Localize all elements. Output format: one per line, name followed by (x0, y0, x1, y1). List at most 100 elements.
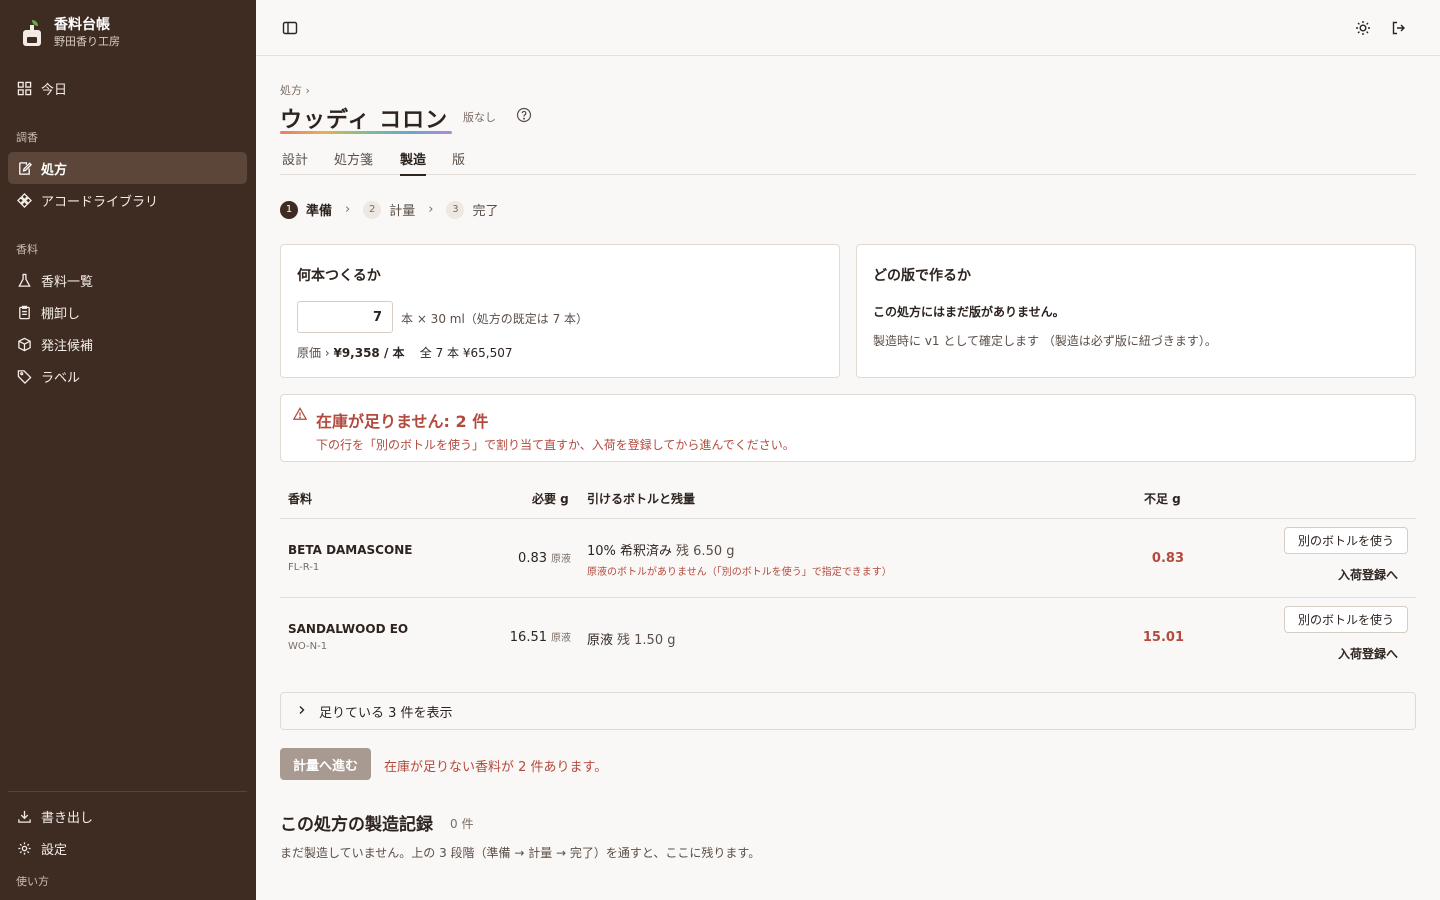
column-header-required: 必要 g (532, 492, 569, 506)
version-message: この処方にはまだ版がありません。 (873, 305, 1065, 319)
sun-icon (1356, 21, 1370, 35)
grid-icon (16, 80, 32, 96)
required-value: 16.51 (509, 630, 547, 645)
sidebar-item-label: 発注候補 (41, 338, 94, 354)
records-title: この処方の製造記録 (280, 815, 433, 835)
sidebar-item-recipe[interactable]: 処方 (8, 152, 247, 184)
warning-icon (292, 407, 308, 421)
breadcrumb[interactable]: 処方 › (280, 82, 310, 98)
gear-icon (16, 840, 32, 856)
quantity-card: 何本つくるか 本 × 30 ml（処方の既定は 7 本） 原価 › ¥9,358… (280, 244, 840, 378)
sidebar-item-label: 処方 (41, 162, 68, 178)
sidebar-item-howto[interactable]: 使い方 (16, 873, 49, 889)
column-header-bottle: 引けるボトルと残量 (587, 492, 696, 506)
title-underline (280, 131, 452, 134)
table-row: BETA DAMASCONE FL-R-1 0.83 原液 10% 希釈済み残 6… (280, 519, 1416, 598)
cost-label: 原価 (297, 346, 322, 360)
clipboard-icon (16, 304, 32, 320)
material-name: BETA DAMASCONE (288, 543, 413, 557)
flask-icon (16, 272, 32, 288)
quantity-input[interactable] (297, 301, 393, 333)
sidebar-item-label: 棚卸し (41, 306, 81, 322)
sidebar-item-today[interactable]: 今日 (8, 72, 247, 104)
sidebar-section-materials: 香料 (16, 243, 38, 256)
app-subtitle: 野田香り工房 (54, 35, 120, 48)
chevron-right-icon: › (345, 202, 351, 217)
logout-button[interactable] (1387, 16, 1411, 40)
sidebar-item-label: 書き出し (41, 810, 94, 826)
quantity-unit-text: 本 × 30 ml（処方の既定は 7 本） (401, 312, 589, 326)
bottle-name: 10% 希釈済み (587, 544, 673, 559)
material-code: FL-R-1 (288, 562, 320, 573)
breadcrumb-item[interactable]: 処方 (280, 84, 302, 97)
cost-line: 原価 › ¥9,358 / 本 全 7 本 ¥65,507 (297, 344, 512, 361)
material-name: SANDALWOOD EO (288, 622, 409, 636)
sidebar: 香料台帳 野田香り工房 今日 調香 処方 アコードライブラリ 香料 香料一覧 棚… (0, 0, 256, 900)
sidebar-item-accord-library[interactable]: アコードライブラリ (8, 184, 247, 216)
bottle-name: 原液 (587, 633, 614, 648)
table-row: SANDALWOOD EO WO-N-1 16.51 原液 原液残 1.50 g … (280, 598, 1416, 677)
material-code: WO-N-1 (288, 641, 328, 652)
bottle-warning: 原液のボトルがありません（「別のボトルを使う」で指定できます） (587, 567, 892, 578)
sidebar-item-label: 設定 (41, 842, 68, 858)
sidebar-item-labels[interactable]: ラベル (8, 360, 247, 392)
sidebar-item-materials-list[interactable]: 香料一覧 (8, 264, 247, 296)
brand[interactable]: 香料台帳 野田香り工房 (20, 16, 120, 49)
column-header-material: 香料 (288, 492, 313, 506)
sidebar-item-label: アコードライブラリ (41, 194, 159, 210)
step-number: 3 (446, 200, 465, 219)
bottle-info: 10% 希釈済み残 6.50 g (587, 540, 735, 559)
tab-versions[interactable]: 版 (452, 149, 465, 174)
edit-icon (16, 160, 32, 176)
step-number: 1 (280, 200, 298, 219)
sidebar-item-label: ラベル (41, 370, 81, 386)
restock-link[interactable]: 入荷登録へ (1338, 645, 1398, 662)
show-sufficient-label: 足りている 3 件を表示 (319, 705, 453, 721)
required-unit: 原液 (551, 633, 571, 644)
bottle-remaining: 残 6.50 g (676, 544, 735, 559)
restock-link[interactable]: 入荷登録へ (1338, 566, 1398, 583)
cost-total: 全 7 本 ¥65,507 (419, 346, 513, 360)
required-value: 0.83 (518, 551, 547, 566)
cost-per-bottle: ¥9,358 / 本 (333, 346, 405, 360)
sidebar-toggle-button[interactable] (278, 16, 302, 40)
version-card: どの版で作るか この処方にはまだ版がありません。 製造時に v1 として確定しま… (856, 244, 1416, 378)
proceed-to-weighing-button[interactable]: 計量へ進む (280, 748, 371, 780)
tab-bar: 設計 処方箋 製造 版 (280, 147, 1416, 176)
panel-left-icon (282, 21, 298, 35)
version-note: 製造時に v1 として確定します （製造は必ず版に紐づきます）。 (873, 334, 1217, 348)
sidebar-item-export[interactable]: 書き出し (8, 800, 247, 832)
version-badge: 版なし (463, 111, 496, 124)
chevron-right-icon (297, 704, 307, 719)
theme-toggle-button[interactable] (1351, 16, 1375, 40)
sidebar-item-label: 今日 (41, 82, 68, 98)
help-icon[interactable] (516, 107, 532, 123)
sidebar-item-settings[interactable]: 設定 (8, 832, 247, 864)
download-icon (16, 808, 32, 824)
package-icon (16, 336, 32, 352)
sidebar-section-blend: 調香 (16, 131, 38, 144)
app-title: 香料台帳 (54, 17, 110, 33)
card-title: 何本つくるか (297, 268, 381, 284)
required-amount: 0.83 原液 (518, 550, 571, 566)
sidebar-item-order-candidates[interactable]: 発注候補 (8, 328, 247, 360)
step-number: 2 (363, 200, 382, 219)
alert-description: 下の行を「別のボトルを使う」で割り当て直すか、入荷を登録してから進んでください。 (316, 438, 795, 452)
records-count: 0 件 (450, 817, 474, 831)
tab-design[interactable]: 設計 (282, 149, 308, 174)
stepper: 1 準備 › 2 計量 › 3 完了 (280, 200, 498, 219)
app-logo-icon (20, 18, 44, 48)
sidebar-item-label: 香料一覧 (41, 274, 94, 290)
use-other-bottle-button[interactable]: 別のボトルを使う (1284, 527, 1408, 554)
use-other-bottle-button[interactable]: 別のボトルを使う (1284, 606, 1408, 633)
tab-manufacture[interactable]: 製造 (400, 149, 427, 176)
bottle-remaining: 残 1.50 g (617, 633, 676, 648)
sidebar-item-stocktake[interactable]: 棚卸し (8, 296, 247, 328)
shortage-amount: 15.01 (1142, 630, 1184, 645)
bottle-info: 原液残 1.50 g (587, 629, 675, 648)
tab-prescription[interactable]: 処方箋 (334, 149, 373, 174)
chevron-right-icon: › (428, 202, 434, 217)
logout-icon (1392, 21, 1405, 35)
alert-title: 在庫が足りません: 2 件 (316, 412, 489, 431)
show-sufficient-toggle[interactable]: 足りている 3 件を表示 (280, 692, 1416, 730)
